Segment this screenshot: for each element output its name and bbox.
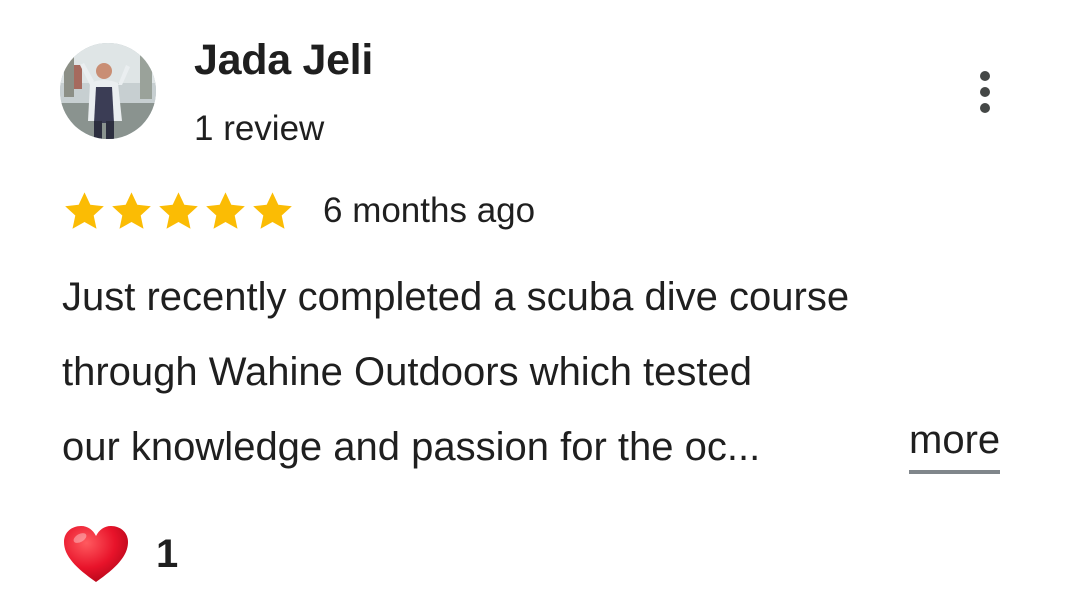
review-card: Jada Jeli 1 review 6 months ago Just rec…: [0, 0, 1080, 614]
reaction-button[interactable]: 1: [62, 524, 178, 584]
more-vert-icon-dot: [980, 103, 990, 113]
more-vert-icon: [980, 71, 990, 81]
star-icon: [253, 191, 292, 229]
avatar-photo: [60, 43, 156, 139]
review-text-line: our knowledge and passion for the oc...: [62, 425, 761, 469]
review-text-line: Just recently completed a scuba dive cou…: [62, 275, 850, 319]
star-icon: [206, 191, 245, 229]
review-date: 6 months ago: [323, 191, 536, 230]
reviewer-avatar[interactable]: [60, 43, 156, 139]
review-text-line: through Wahine Outdoors which tested: [62, 350, 753, 394]
heart-icon: [64, 526, 128, 582]
star-icon: [65, 191, 104, 229]
reviewer-review-count: 1 review: [194, 109, 325, 148]
star-icon: [159, 191, 198, 229]
more-link[interactable]: more: [909, 410, 1001, 474]
more-vert-icon-dot: [980, 87, 990, 97]
review-text: Just recently completed a scuba dive cou…: [62, 260, 1022, 485]
reviewer-name[interactable]: Jada Jeli: [194, 32, 373, 88]
star-icon: [112, 191, 151, 229]
more-options-button[interactable]: [964, 64, 1006, 120]
reaction-count: 1: [156, 532, 179, 576]
star-rating: [62, 189, 295, 234]
rating-row: 6 months ago: [62, 186, 535, 236]
